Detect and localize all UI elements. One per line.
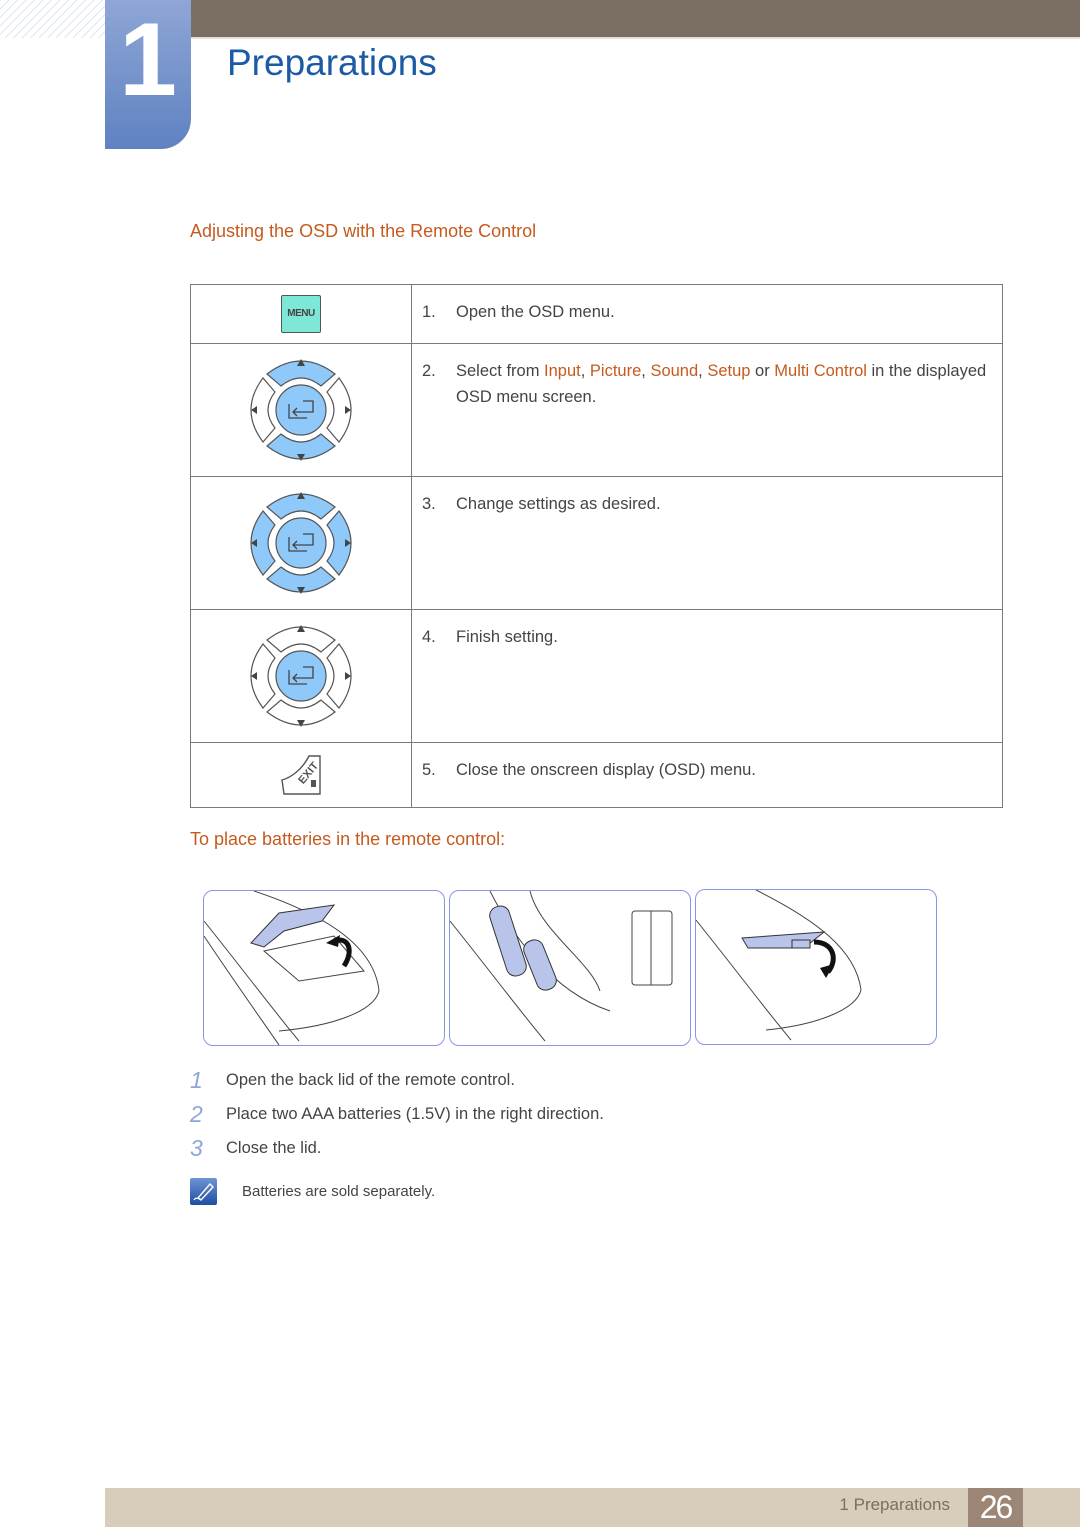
step-text: Finish setting. — [456, 628, 558, 646]
option-sound: Sound — [650, 362, 699, 380]
table-row: EXIT 5. Close the onscreen display (OSD) … — [190, 742, 1003, 808]
step-number: 5. — [422, 761, 436, 779]
step-number: 3. — [422, 495, 436, 513]
icon-cell — [190, 476, 412, 610]
osd-section-heading: Adjusting the OSD with the Remote Contro… — [190, 221, 537, 241]
table-row: MENU 1. Open the OSD menu. — [190, 284, 1003, 344]
separator: or — [750, 362, 775, 380]
table-row: 3. Change settings as desired. — [190, 476, 1003, 610]
step-number: 4. — [422, 628, 436, 646]
step-text: Place two AAA batteries (1.5V) in the ri… — [226, 1104, 604, 1123]
step-text: Close the onscreen display (OSD) menu. — [456, 761, 756, 779]
list-item: 2 Place two AAA batteries (1.5V) in the … — [190, 1097, 604, 1131]
footer-chapter-label: 1 Preparations — [839, 1495, 950, 1514]
list-item: 3 Close the lid. — [190, 1131, 604, 1165]
dpad-up-down-icon — [250, 359, 352, 461]
open-lid-illustration — [203, 890, 445, 1046]
chapter-number: 1 — [119, 2, 177, 118]
step-number: 2. — [422, 362, 436, 380]
step-text: Close the lid. — [226, 1138, 322, 1157]
step-cell: 1. Open the OSD menu. — [411, 284, 1003, 344]
dpad-all-icon — [250, 492, 352, 594]
osd-steps-table: MENU 1. Open the OSD menu. 2. Select from … — [190, 284, 1003, 808]
battery-steps: 1 Open the back lid of the remote contro… — [190, 1063, 604, 1165]
chapter-title: Preparations — [227, 42, 437, 83]
step-cell: 5. Close the onscreen display (OSD) menu. — [411, 742, 1003, 808]
exit-button-icon: EXIT — [281, 755, 321, 795]
option-multi-control: Multi Control — [774, 362, 867, 380]
icon-cell — [190, 609, 412, 743]
step-number: 1. — [422, 303, 436, 321]
menu-button-icon: MENU — [281, 295, 321, 333]
header-divider — [190, 37, 1080, 39]
dpad-enter — [275, 384, 327, 436]
dpad-enter — [275, 517, 327, 569]
list-item: 1 Open the back lid of the remote contro… — [190, 1063, 604, 1097]
page-number: 26 — [968, 1488, 1023, 1527]
step-cell: 4. Finish setting. — [411, 609, 1003, 743]
table-row: 2. Select from Input, Picture, Sound, Set… — [190, 343, 1003, 477]
step-number: 3 — [190, 1134, 203, 1161]
step-text-part: Select from — [456, 362, 545, 380]
note-text: Batteries are sold separately. — [242, 1183, 436, 1200]
step-text: Change settings as desired. — [456, 495, 661, 513]
option-input: Input — [544, 362, 581, 380]
note-pencil-icon — [190, 1178, 217, 1205]
icon-cell: EXIT — [190, 742, 412, 808]
step-cell: 3. Change settings as desired. — [411, 476, 1003, 610]
icon-cell — [190, 343, 412, 477]
step-cell: 2. Select from Input, Picture, Sound, Set… — [411, 343, 1003, 477]
step-text: Open the back lid of the remote control. — [226, 1070, 515, 1089]
separator: , — [698, 362, 708, 380]
dpad-enter-icon — [250, 625, 352, 727]
close-lid-illustration — [695, 889, 937, 1045]
insert-batteries-illustration — [449, 890, 691, 1046]
table-row: 4. Finish setting. — [190, 609, 1003, 743]
step-number: 1 — [190, 1066, 203, 1093]
header-bar — [190, 0, 1080, 37]
step-text: Select from Input, Picture, Sound, Setup… — [456, 358, 996, 410]
step-text: Open the OSD menu. — [456, 303, 615, 321]
dpad-enter — [275, 650, 327, 702]
header-hatch-decoration — [0, 0, 105, 38]
separator: , — [580, 362, 590, 380]
page-footer: 1 Preparations 26 — [105, 1488, 1080, 1527]
icon-cell: MENU — [190, 284, 412, 344]
option-setup: Setup — [707, 362, 751, 380]
step-number: 2 — [190, 1100, 203, 1127]
chapter-tab: 1 — [105, 0, 191, 149]
battery-section-heading: To place batteries in the remote control… — [190, 829, 506, 849]
option-picture: Picture — [589, 362, 642, 380]
note: Batteries are sold separately. — [190, 1178, 435, 1205]
